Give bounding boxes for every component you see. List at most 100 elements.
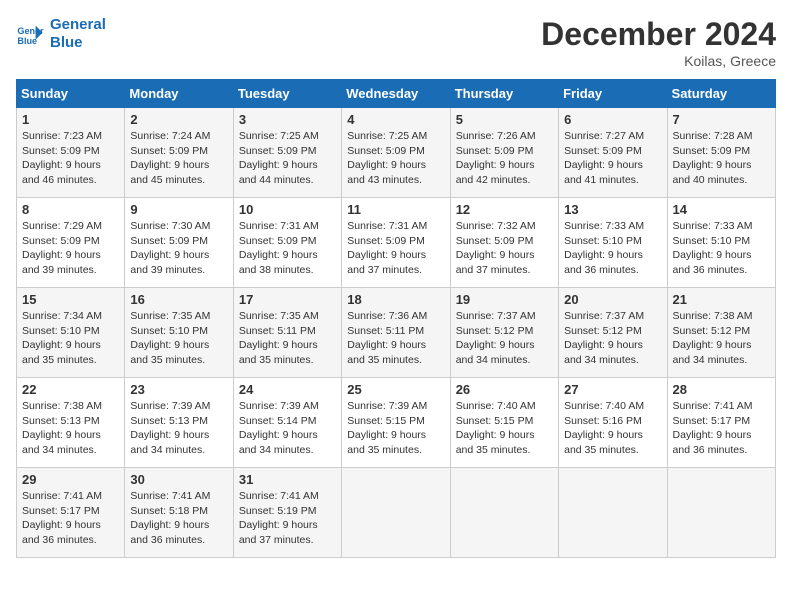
day-info: Sunrise: 7:33 AM Sunset: 5:10 PM Dayligh…: [673, 219, 770, 278]
day-info: Sunrise: 7:39 AM Sunset: 5:13 PM Dayligh…: [130, 399, 227, 458]
day-info: Sunrise: 7:37 AM Sunset: 5:12 PM Dayligh…: [456, 309, 553, 368]
day-number: 17: [239, 292, 336, 307]
day-info: Sunrise: 7:25 AM Sunset: 5:09 PM Dayligh…: [347, 129, 444, 188]
day-info: Sunrise: 7:28 AM Sunset: 5:09 PM Dayligh…: [673, 129, 770, 188]
day-number: 29: [22, 472, 119, 487]
day-number: 23: [130, 382, 227, 397]
day-info: Sunrise: 7:35 AM Sunset: 5:11 PM Dayligh…: [239, 309, 336, 368]
calendar-cell: 3 Sunrise: 7:25 AM Sunset: 5:09 PM Dayli…: [233, 108, 341, 198]
day-number: 10: [239, 202, 336, 217]
calendar-cell: 12 Sunrise: 7:32 AM Sunset: 5:09 PM Dayl…: [450, 198, 558, 288]
calendar-subtitle: Koilas, Greece: [541, 53, 776, 69]
day-number: 28: [673, 382, 770, 397]
calendar-cell: 23 Sunrise: 7:39 AM Sunset: 5:13 PM Dayl…: [125, 378, 233, 468]
calendar-cell: [342, 468, 450, 558]
day-info: Sunrise: 7:36 AM Sunset: 5:11 PM Dayligh…: [347, 309, 444, 368]
calendar-cell: [450, 468, 558, 558]
day-number: 8: [22, 202, 119, 217]
day-info: Sunrise: 7:38 AM Sunset: 5:13 PM Dayligh…: [22, 399, 119, 458]
day-info: Sunrise: 7:32 AM Sunset: 5:09 PM Dayligh…: [456, 219, 553, 278]
header-monday: Monday: [125, 80, 233, 108]
day-info: Sunrise: 7:31 AM Sunset: 5:09 PM Dayligh…: [347, 219, 444, 278]
logo-icon: General Blue: [16, 20, 44, 48]
day-info: Sunrise: 7:41 AM Sunset: 5:19 PM Dayligh…: [239, 489, 336, 548]
calendar-cell: 26 Sunrise: 7:40 AM Sunset: 5:15 PM Dayl…: [450, 378, 558, 468]
day-number: 21: [673, 292, 770, 307]
day-number: 19: [456, 292, 553, 307]
calendar-cell: 2 Sunrise: 7:24 AM Sunset: 5:09 PM Dayli…: [125, 108, 233, 198]
day-info: Sunrise: 7:41 AM Sunset: 5:18 PM Dayligh…: [130, 489, 227, 548]
day-info: Sunrise: 7:38 AM Sunset: 5:12 PM Dayligh…: [673, 309, 770, 368]
calendar-cell: 20 Sunrise: 7:37 AM Sunset: 5:12 PM Dayl…: [559, 288, 667, 378]
day-info: Sunrise: 7:33 AM Sunset: 5:10 PM Dayligh…: [564, 219, 661, 278]
day-number: 11: [347, 202, 444, 217]
calendar-cell: 9 Sunrise: 7:30 AM Sunset: 5:09 PM Dayli…: [125, 198, 233, 288]
day-info: Sunrise: 7:31 AM Sunset: 5:09 PM Dayligh…: [239, 219, 336, 278]
calendar-table: SundayMondayTuesdayWednesdayThursdayFrid…: [16, 79, 776, 558]
calendar-cell: 10 Sunrise: 7:31 AM Sunset: 5:09 PM Dayl…: [233, 198, 341, 288]
calendar-cell: 15 Sunrise: 7:34 AM Sunset: 5:10 PM Dayl…: [17, 288, 125, 378]
day-number: 22: [22, 382, 119, 397]
calendar-cell: 16 Sunrise: 7:35 AM Sunset: 5:10 PM Dayl…: [125, 288, 233, 378]
header-wednesday: Wednesday: [342, 80, 450, 108]
calendar-header-row: SundayMondayTuesdayWednesdayThursdayFrid…: [17, 80, 776, 108]
day-info: Sunrise: 7:30 AM Sunset: 5:09 PM Dayligh…: [130, 219, 227, 278]
day-number: 2: [130, 112, 227, 127]
day-number: 13: [564, 202, 661, 217]
day-number: 26: [456, 382, 553, 397]
day-number: 1: [22, 112, 119, 127]
logo-line1: General: [50, 16, 106, 34]
calendar-cell: 31 Sunrise: 7:41 AM Sunset: 5:19 PM Dayl…: [233, 468, 341, 558]
logo-line2: Blue: [50, 34, 106, 52]
calendar-cell: 27 Sunrise: 7:40 AM Sunset: 5:16 PM Dayl…: [559, 378, 667, 468]
calendar-cell: 11 Sunrise: 7:31 AM Sunset: 5:09 PM Dayl…: [342, 198, 450, 288]
day-info: Sunrise: 7:37 AM Sunset: 5:12 PM Dayligh…: [564, 309, 661, 368]
calendar-week-1: 1 Sunrise: 7:23 AM Sunset: 5:09 PM Dayli…: [17, 108, 776, 198]
day-number: 7: [673, 112, 770, 127]
calendar-week-3: 15 Sunrise: 7:34 AM Sunset: 5:10 PM Dayl…: [17, 288, 776, 378]
calendar-cell: 25 Sunrise: 7:39 AM Sunset: 5:15 PM Dayl…: [342, 378, 450, 468]
calendar-cell: 6 Sunrise: 7:27 AM Sunset: 5:09 PM Dayli…: [559, 108, 667, 198]
day-info: Sunrise: 7:26 AM Sunset: 5:09 PM Dayligh…: [456, 129, 553, 188]
svg-text:Blue: Blue: [17, 36, 37, 46]
title-block: December 2024 Koilas, Greece: [541, 16, 776, 69]
day-info: Sunrise: 7:24 AM Sunset: 5:09 PM Dayligh…: [130, 129, 227, 188]
calendar-cell: 5 Sunrise: 7:26 AM Sunset: 5:09 PM Dayli…: [450, 108, 558, 198]
header-thursday: Thursday: [450, 80, 558, 108]
calendar-cell: 14 Sunrise: 7:33 AM Sunset: 5:10 PM Dayl…: [667, 198, 775, 288]
header-tuesday: Tuesday: [233, 80, 341, 108]
day-number: 3: [239, 112, 336, 127]
day-number: 9: [130, 202, 227, 217]
calendar-cell: [559, 468, 667, 558]
logo: General Blue General Blue: [16, 16, 106, 52]
calendar-cell: 29 Sunrise: 7:41 AM Sunset: 5:17 PM Dayl…: [17, 468, 125, 558]
calendar-cell: 7 Sunrise: 7:28 AM Sunset: 5:09 PM Dayli…: [667, 108, 775, 198]
calendar-cell: 21 Sunrise: 7:38 AM Sunset: 5:12 PM Dayl…: [667, 288, 775, 378]
day-number: 6: [564, 112, 661, 127]
calendar-week-4: 22 Sunrise: 7:38 AM Sunset: 5:13 PM Dayl…: [17, 378, 776, 468]
day-number: 5: [456, 112, 553, 127]
calendar-title: December 2024: [541, 16, 776, 53]
day-info: Sunrise: 7:40 AM Sunset: 5:15 PM Dayligh…: [456, 399, 553, 458]
day-info: Sunrise: 7:29 AM Sunset: 5:09 PM Dayligh…: [22, 219, 119, 278]
calendar-cell: 24 Sunrise: 7:39 AM Sunset: 5:14 PM Dayl…: [233, 378, 341, 468]
day-number: 20: [564, 292, 661, 307]
calendar-cell: 19 Sunrise: 7:37 AM Sunset: 5:12 PM Dayl…: [450, 288, 558, 378]
day-number: 4: [347, 112, 444, 127]
calendar-cell: 18 Sunrise: 7:36 AM Sunset: 5:11 PM Dayl…: [342, 288, 450, 378]
calendar-cell: 4 Sunrise: 7:25 AM Sunset: 5:09 PM Dayli…: [342, 108, 450, 198]
header-friday: Friday: [559, 80, 667, 108]
header-saturday: Saturday: [667, 80, 775, 108]
day-number: 14: [673, 202, 770, 217]
day-number: 30: [130, 472, 227, 487]
calendar-cell: 1 Sunrise: 7:23 AM Sunset: 5:09 PM Dayli…: [17, 108, 125, 198]
page-header: General Blue General Blue December 2024 …: [16, 16, 776, 69]
day-info: Sunrise: 7:34 AM Sunset: 5:10 PM Dayligh…: [22, 309, 119, 368]
day-info: Sunrise: 7:35 AM Sunset: 5:10 PM Dayligh…: [130, 309, 227, 368]
calendar-cell: 28 Sunrise: 7:41 AM Sunset: 5:17 PM Dayl…: [667, 378, 775, 468]
calendar-cell: 30 Sunrise: 7:41 AM Sunset: 5:18 PM Dayl…: [125, 468, 233, 558]
calendar-cell: 8 Sunrise: 7:29 AM Sunset: 5:09 PM Dayli…: [17, 198, 125, 288]
day-info: Sunrise: 7:39 AM Sunset: 5:14 PM Dayligh…: [239, 399, 336, 458]
day-info: Sunrise: 7:27 AM Sunset: 5:09 PM Dayligh…: [564, 129, 661, 188]
calendar-week-5: 29 Sunrise: 7:41 AM Sunset: 5:17 PM Dayl…: [17, 468, 776, 558]
